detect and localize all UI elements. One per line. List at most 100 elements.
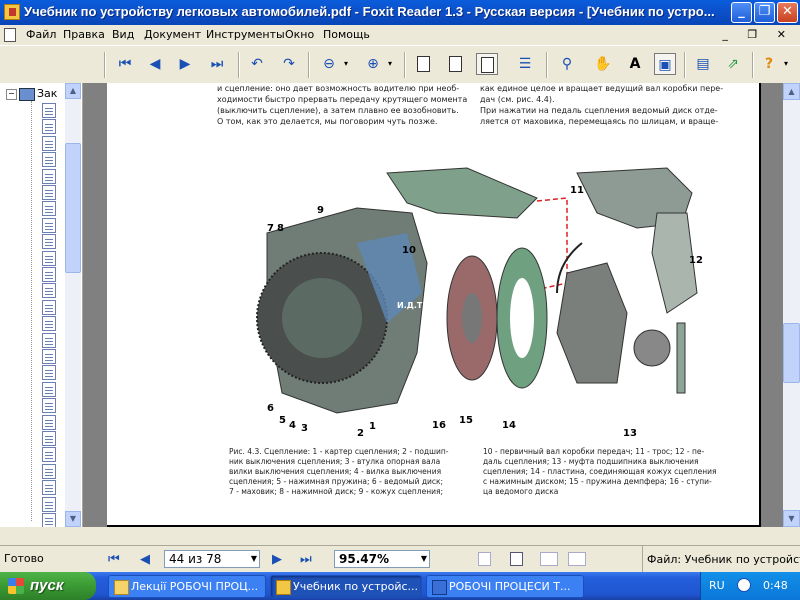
document-icon[interactable]	[4, 28, 16, 42]
bookmark-page-icon[interactable]	[42, 513, 56, 527]
scroll-down-icon[interactable]: ▼	[65, 511, 81, 527]
language-indicator[interactable]: RU	[709, 579, 725, 592]
bookmark-page-icon[interactable]	[42, 316, 56, 332]
menu-view[interactable]: Вид	[112, 28, 134, 41]
scroll-up-icon[interactable]: ▲	[65, 83, 81, 99]
doc-scroll-up-icon[interactable]: ▲	[783, 83, 800, 100]
doc-scroll-thumb[interactable]	[783, 323, 800, 383]
bookmark-page-icon[interactable]	[42, 463, 56, 479]
page-dropdown-icon[interactable]: ▼	[251, 551, 257, 567]
first-page-icon[interactable]: ⏮	[114, 53, 136, 75]
bookmark-page-icon[interactable]	[42, 283, 56, 299]
collapse-icon[interactable]: −	[6, 88, 17, 100]
bookmark-page-icon[interactable]	[42, 431, 56, 446]
bookmark-page-icon[interactable]	[42, 381, 56, 397]
bookmark-page-icon[interactable]	[42, 398, 56, 414]
bookmark-page-icon[interactable]	[42, 135, 56, 151]
bookmark-page-icon[interactable]	[42, 332, 56, 348]
bookmark-page-icon[interactable]	[42, 414, 56, 430]
start-button[interactable]: пуск	[0, 572, 96, 600]
snapshot-icon[interactable]: ▣	[654, 53, 676, 75]
continuous-layout-icon[interactable]	[510, 552, 523, 566]
mdi-window-controls[interactable]: _ ❐ ✕	[722, 28, 794, 41]
help-icon[interactable]: ?	[758, 53, 780, 75]
minimize-button[interactable]: _	[731, 2, 752, 23]
bookmark-page-icon[interactable]	[42, 185, 56, 200]
fit-page-icon[interactable]	[444, 53, 466, 75]
taskbar: пуск Лекції РОБОЧІ ПРОЦ... Учебник по ус…	[0, 572, 800, 600]
zoom-dropdown-icon[interactable]: ▼	[421, 551, 427, 567]
nav-next-page-icon[interactable]: ▶	[272, 552, 282, 567]
export-icon[interactable]: ⇗	[722, 53, 744, 75]
help-dropdown-icon[interactable]: ▾	[780, 53, 792, 75]
foxit-app-icon[interactable]	[4, 4, 20, 20]
tree-line	[31, 101, 33, 521]
bookmark-page-icon[interactable]	[42, 299, 56, 315]
bookmark-page-icon[interactable]	[42, 349, 56, 364]
svg-text:10: 10	[402, 245, 416, 256]
zoom-out-dropdown-icon[interactable]: ▾	[340, 53, 352, 75]
menu-edit[interactable]: Правка	[63, 28, 105, 41]
nav-previous-page-icon[interactable]: ◀	[140, 552, 150, 567]
bookmark-page-icon[interactable]	[42, 201, 56, 217]
hand-tool-icon[interactable]: ✋	[592, 53, 614, 75]
task-button-word[interactable]: РОБОЧІ ПРОЦЕСИ Т...	[426, 575, 584, 598]
menu-tools[interactable]: Инструменты	[206, 28, 285, 41]
rotate-right-icon[interactable]: ↷	[278, 53, 300, 75]
svg-text:14: 14	[502, 420, 516, 431]
doc-scroll-down-icon[interactable]: ▼	[783, 510, 800, 527]
svg-text:15: 15	[459, 415, 473, 426]
properties-icon[interactable]: ☰	[514, 53, 536, 75]
nav-last-page-icon[interactable]: ⏭	[300, 552, 312, 567]
bookmark-page-icon[interactable]	[42, 496, 56, 512]
bookmarks-scrollbar[interactable]: ▲ ▼	[65, 83, 81, 527]
zoom-in-dropdown-icon[interactable]: ▾	[384, 53, 396, 75]
bookmark-page-icon[interactable]	[42, 119, 56, 135]
find-binoculars-icon[interactable]: ⚲	[556, 53, 578, 75]
bookmarks-panel-icon[interactable]: ▤	[692, 53, 714, 75]
document-view[interactable]: и сцепление: оно дает возможность водите…	[83, 83, 783, 527]
tray-arrow-icon[interactable]	[737, 578, 751, 592]
menu-file[interactable]: Файл	[26, 28, 56, 41]
maximize-button[interactable]: ❐	[754, 2, 775, 23]
nav-first-page-icon[interactable]: ⏮	[108, 552, 120, 567]
bookmark-page-icon[interactable]	[42, 234, 56, 250]
task-button-folder[interactable]: Лекції РОБОЧІ ПРОЦ...	[108, 575, 266, 598]
menu-document[interactable]: Документ	[144, 28, 201, 41]
task-button-foxit[interactable]: Учебник по устройс...	[270, 575, 422, 598]
zoom-field[interactable]: 95.47% ▼	[334, 550, 430, 568]
last-page-icon[interactable]: ⏭	[206, 53, 228, 75]
previous-page-icon[interactable]: ◀	[144, 53, 166, 75]
page-number-field[interactable]: 44 из 78 ▼	[164, 550, 260, 568]
svg-text:И.Д.Т.Р.: И.Д.Т.Р.	[397, 301, 434, 310]
select-text-icon[interactable]: A	[624, 53, 646, 75]
actual-size-icon[interactable]	[412, 53, 434, 75]
menu-window[interactable]: Окно	[285, 28, 314, 41]
bookmark-page-icon[interactable]	[42, 250, 56, 266]
zoom-out-icon[interactable]: ⊖	[318, 53, 340, 75]
rotate-left-icon[interactable]: ↶	[246, 53, 268, 75]
bookmark-page-icon[interactable]	[42, 480, 56, 496]
bookmark-root[interactable]: − Зак	[6, 87, 57, 101]
facing-layout-icon[interactable]	[540, 552, 558, 566]
title-bar[interactable]: Учебник по устройству легковых автомобил…	[0, 0, 800, 25]
scroll-thumb[interactable]	[65, 143, 81, 273]
zoom-in-icon[interactable]: ⊕	[362, 53, 384, 75]
bookmark-page-icon[interactable]	[42, 217, 56, 233]
next-page-icon[interactable]: ▶	[174, 53, 196, 75]
menu-help[interactable]: Помощь	[323, 28, 370, 41]
bookmark-page-icon[interactable]	[42, 267, 56, 282]
fit-width-icon[interactable]	[476, 53, 498, 75]
svg-text:12: 12	[689, 255, 703, 266]
bookmark-page-icon[interactable]	[42, 365, 56, 381]
bookmark-page-icon[interactable]	[42, 103, 56, 118]
bookmark-page-icon[interactable]	[42, 168, 56, 184]
bookmark-page-icon[interactable]	[42, 447, 56, 463]
close-button[interactable]: ✕	[777, 2, 798, 23]
document-scrollbar[interactable]: ▲ ▼	[783, 83, 800, 527]
bookmark-page-icon[interactable]	[42, 152, 56, 168]
single-page-layout-icon[interactable]	[478, 552, 491, 566]
windows-logo-icon	[8, 578, 24, 594]
toolbar: ⏮ ◀ ▶ ⏭ ↶ ↷ ⊖ ▾ ⊕ ▾ ☰ ⚲ ✋ A ▣ ▤ ⇗ ? ▾	[0, 45, 800, 85]
continuous-facing-layout-icon[interactable]	[568, 552, 586, 566]
